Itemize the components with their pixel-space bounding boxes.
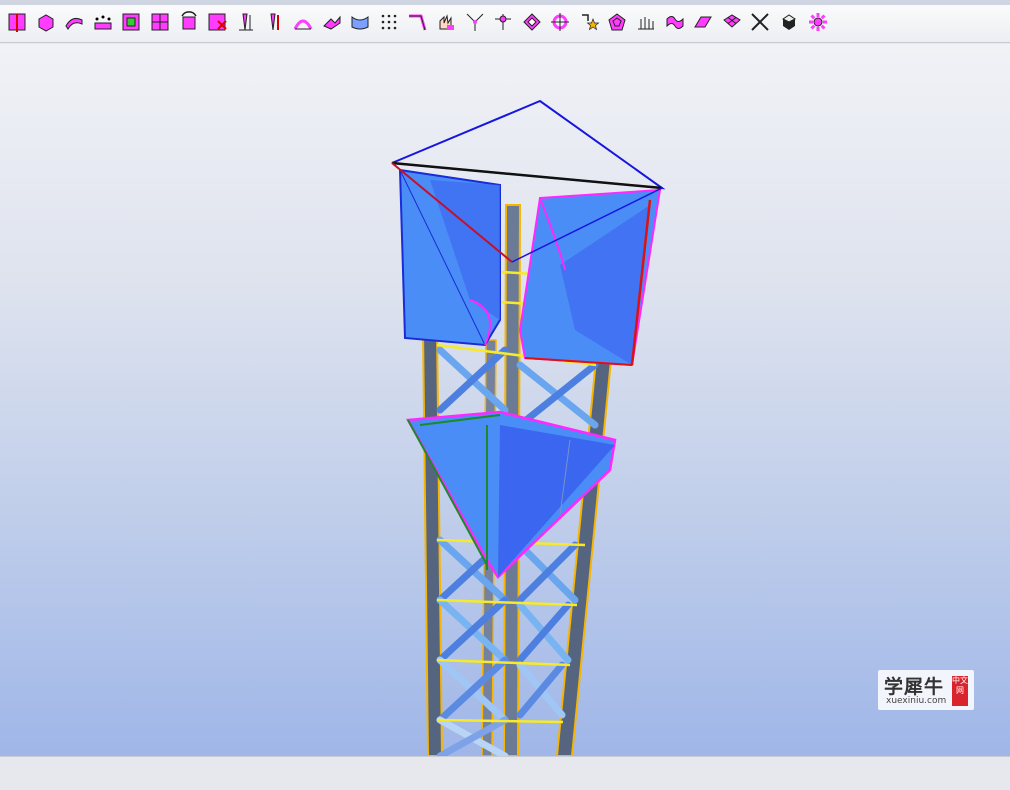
rotate-object-icon (178, 10, 200, 37)
black-solid-icon (778, 11, 800, 37)
bent-plate-icon (63, 11, 85, 37)
node-split-icon (464, 11, 486, 37)
arch-bridge-icon (292, 11, 314, 37)
toolbar-button-polyline[interactable] (404, 11, 430, 37)
toolbar-button-target-node[interactable] (547, 11, 573, 37)
comb-profile-icon (635, 11, 657, 37)
watermark-logo: 学犀牛 xuexiniu.com 中文网 (878, 670, 974, 710)
toolbar-button-polygon-mesh[interactable] (604, 11, 630, 37)
watermark-sub-text: xuexiniu.com (886, 696, 947, 706)
twisted-plate-icon (664, 11, 686, 37)
toolbar-button-mesh-plate[interactable] (719, 11, 745, 37)
toolbar-button-grid-panel[interactable] (147, 11, 173, 37)
toolbar-button-star-transform[interactable] (576, 11, 602, 37)
toolbar-button-comb-profile[interactable] (633, 11, 659, 37)
tripod-node-icon (492, 11, 514, 37)
fold-plate-icon (321, 11, 343, 37)
skew-plate-icon (692, 11, 714, 37)
status-bar (0, 756, 1010, 790)
beam-points-icon (92, 11, 114, 37)
toolbar-button-bent-plate[interactable] (61, 11, 87, 37)
upper-left-panel (398, 168, 501, 347)
toolbar-button-column-axis[interactable] (233, 11, 259, 37)
toolbar-button-node-split[interactable] (462, 11, 488, 37)
polygon-mesh-icon (606, 11, 628, 37)
toolbar-button-black-solid[interactable] (776, 11, 802, 37)
check-box-icon (120, 11, 142, 37)
toolbar-button-tripod-node[interactable] (490, 11, 516, 37)
toolbar-button-diamond-plate[interactable] (519, 11, 545, 37)
toolbar-button-beam-points[interactable] (90, 11, 116, 37)
toolbar-button-curved-surface[interactable] (347, 11, 373, 37)
toolbar-button-check-box[interactable] (118, 11, 144, 37)
target-node-icon (549, 11, 571, 37)
toolbar-button-delete-grid[interactable] (204, 11, 230, 37)
curved-surface-icon (349, 11, 371, 37)
grid-panel-icon (149, 11, 171, 37)
toolbar-button-gear-settings[interactable] (805, 11, 831, 37)
toolbar-button-cube-box[interactable] (33, 11, 59, 37)
split-solid-icon (6, 11, 28, 37)
cross-joint-icon (749, 11, 771, 37)
toolbar-button-twisted-plate[interactable] (662, 11, 688, 37)
toolbar-button-split-solid[interactable] (4, 11, 30, 37)
column-axis-icon (235, 11, 257, 37)
cube-box-icon (35, 11, 57, 37)
column-rebar-icon (263, 11, 285, 37)
gear-settings-icon (807, 11, 829, 37)
toolbar-button-arch-bridge[interactable] (290, 11, 316, 37)
watermark-badge: 中文网 (952, 676, 968, 706)
toolbar-button-fold-plate[interactable] (319, 11, 345, 37)
delete-grid-icon (206, 11, 228, 37)
watermark-main-text: 学犀牛 (884, 676, 945, 698)
toolbar-button-rotate-object[interactable] (176, 10, 202, 37)
hand-pick-icon (435, 11, 457, 37)
star-transform-icon (578, 11, 600, 37)
polyline-icon (406, 11, 428, 37)
toolbar-button-hand-pick[interactable] (433, 11, 459, 37)
tower-model[interactable] (0, 44, 1010, 756)
toolbar-button-skew-plate[interactable] (690, 11, 716, 37)
toolbar-button-column-rebar[interactable] (261, 11, 287, 37)
mesh-plate-icon (721, 11, 743, 37)
toolbar-button-dot-grid[interactable] (376, 11, 402, 37)
toolbar-button-cross-joint[interactable] (747, 11, 773, 37)
diamond-plate-icon (521, 11, 543, 37)
upper-right-panel (518, 188, 662, 367)
toolbar (0, 5, 1010, 43)
3d-viewport[interactable] (0, 44, 1010, 756)
dot-grid-icon (378, 11, 400, 37)
